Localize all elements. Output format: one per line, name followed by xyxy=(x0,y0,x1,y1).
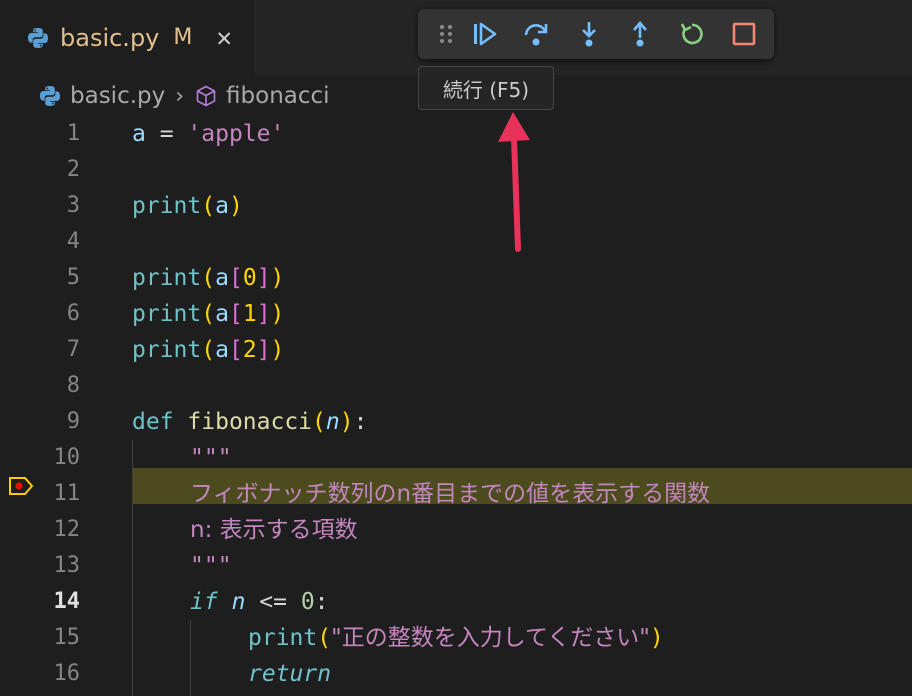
stop-icon[interactable] xyxy=(730,20,758,48)
python-file-icon xyxy=(28,27,48,48)
code-token: """ xyxy=(190,553,232,579)
code-token: 0 xyxy=(242,265,257,291)
code-token: 1 xyxy=(242,301,257,327)
code-token: if xyxy=(190,589,218,615)
line-number: 3 xyxy=(66,193,80,218)
code-token: """ xyxy=(190,445,232,471)
code-line: return xyxy=(248,656,331,692)
line-number: 11 xyxy=(53,481,81,506)
step-over-icon[interactable] xyxy=(522,20,550,48)
method-cube-icon xyxy=(196,85,216,107)
code-token: print xyxy=(132,301,202,327)
code-line: フィボナッチ数列のn番目までの値を表示する関数 xyxy=(190,476,710,512)
line-number: 12 xyxy=(53,517,81,542)
line-number: 13 xyxy=(53,553,81,578)
indent-guide xyxy=(190,620,191,696)
code-token: fibonacci xyxy=(187,409,313,435)
line-number: 1 xyxy=(66,121,80,146)
code-line: """ xyxy=(190,548,232,584)
code-line: print(a) xyxy=(132,193,243,219)
code-token: a xyxy=(215,193,229,219)
line-number: 10 xyxy=(53,445,81,470)
tab-basic-py[interactable]: basic.py M ✕ xyxy=(0,0,254,75)
code-token: a xyxy=(132,121,146,147)
modified-badge: M xyxy=(173,25,193,50)
line-number-current: 14 xyxy=(53,589,81,614)
code-line: print(a[0]) xyxy=(132,265,285,291)
drag-handle-icon[interactable] xyxy=(432,20,460,48)
code-token: n: 表示する項数 xyxy=(190,517,358,543)
code-line: a = 'apple' xyxy=(132,116,284,152)
line-number: 8 xyxy=(66,373,80,398)
python-file-icon xyxy=(40,86,60,106)
code-line: print("正の整数を入力してください") xyxy=(248,625,664,651)
code-line-current: if n <= 0: xyxy=(190,589,329,615)
code-line: def fibonacci(n): xyxy=(132,409,368,435)
code-token: print xyxy=(132,265,202,291)
line-number: 5 xyxy=(66,265,80,290)
code-token: print xyxy=(248,625,318,651)
continue-tooltip: 続行 (F5) xyxy=(418,66,554,110)
line-number: 2 xyxy=(66,157,80,182)
line-number: 4 xyxy=(66,229,80,254)
code-line: n: 表示する項数 xyxy=(190,512,358,548)
code-token: = xyxy=(145,121,188,147)
tab-label: basic.py xyxy=(60,23,160,52)
vscode-window: basic.py M ✕ basic.py › fibonacci 続行 (F5… xyxy=(0,0,912,696)
code-token: print xyxy=(132,337,202,363)
close-icon[interactable]: ✕ xyxy=(216,23,232,53)
code-token: フィボナッチ数列のn番目までの値を表示する関数 xyxy=(190,481,711,507)
debug-toolbar xyxy=(418,9,774,59)
code-token: def xyxy=(132,409,174,435)
code-token: print xyxy=(132,193,202,219)
code-line: """ xyxy=(190,440,232,476)
breadcrumb-file[interactable]: basic.py xyxy=(70,83,165,109)
annotation-arrow-icon xyxy=(498,112,530,252)
continue-icon[interactable] xyxy=(471,20,499,48)
line-number: 6 xyxy=(66,301,80,326)
step-into-icon[interactable] xyxy=(575,20,603,48)
line-number: 16 xyxy=(53,661,81,686)
code-token: <= xyxy=(245,589,301,615)
code-token: 'apple' xyxy=(187,121,285,147)
line-number: 9 xyxy=(66,409,80,434)
code-line: print(a[1]) xyxy=(132,301,285,327)
step-out-icon[interactable] xyxy=(626,20,654,48)
code-line: print(a[2]) xyxy=(132,337,285,363)
line-number: 7 xyxy=(66,337,80,362)
breadcrumb-separator: › xyxy=(175,83,185,109)
breadcrumb: basic.py › fibonacci xyxy=(38,78,330,114)
code-token: n xyxy=(325,409,340,435)
code-token: "正の整数を入力してください" xyxy=(331,625,650,651)
breadcrumb-symbol[interactable]: fibonacci xyxy=(226,83,330,109)
code-token: 0 xyxy=(300,589,315,615)
line-number: 15 xyxy=(53,625,81,650)
code-token: 2 xyxy=(242,337,257,363)
indent-guide xyxy=(132,440,133,696)
code-token: return xyxy=(248,661,332,687)
code-token: n xyxy=(231,589,246,615)
restart-icon[interactable] xyxy=(678,20,706,48)
